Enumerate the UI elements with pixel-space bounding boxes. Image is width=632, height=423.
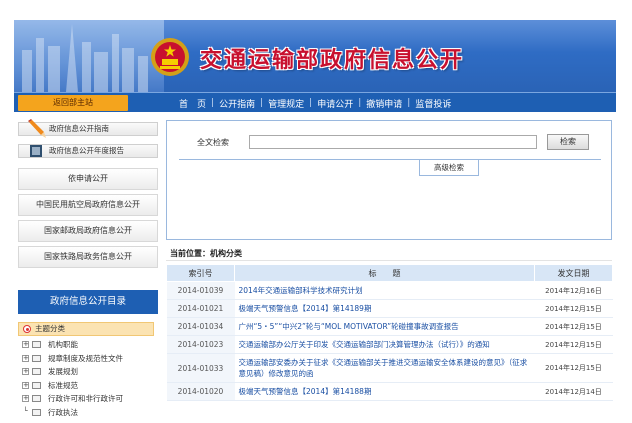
sidebar-btn-post[interactable]: 国家邮政局政府信息公开 <box>18 220 158 242</box>
col-header-date: 发文日期 <box>534 264 613 282</box>
tree-item[interactable]: + 标准规范 <box>18 379 158 393</box>
main-nav: 返回部主站 首 页 | 公开指南 | 管理规定 | 申请公开 | 撤销申请 | … <box>14 92 616 112</box>
radio-dot-icon <box>23 325 31 333</box>
tree-item[interactable]: + 行政许可和非行政许可 <box>18 392 158 406</box>
cell-index: 2014-01023 <box>166 335 235 354</box>
folder-icon <box>32 408 41 416</box>
breadcrumb-divider <box>166 260 612 261</box>
cell-title-link[interactable]: 极端天气预警信息【2014】第14189期 <box>234 299 535 318</box>
nav-item-apply[interactable]: 申请公开 <box>312 97 358 110</box>
site-title: 交通运输部政府信息公开 <box>200 48 465 73</box>
cell-index: 2014-01020 <box>166 382 235 401</box>
tree-item[interactable]: └ 行政执法 <box>18 406 158 420</box>
report-book-icon <box>30 145 42 157</box>
expand-plus-icon[interactable]: + <box>22 395 29 402</box>
cell-index: 2014-01034 <box>166 317 235 336</box>
folder-icon <box>32 381 41 389</box>
table-row: 2014-01033 交通运输部安委办关于征求《交通运输部关于推进交通运输安全体… <box>166 353 613 383</box>
col-header-title: 标 题 <box>234 264 535 282</box>
folder-icon <box>32 368 41 375</box>
tree-item-label: 行政执法 <box>48 407 78 417</box>
skyline-banner <box>14 20 164 92</box>
tree-root-label: 主题分类 <box>35 324 65 333</box>
col-header-index: 索引号 <box>166 264 235 282</box>
cell-index: 2014-01033 <box>166 353 235 383</box>
catalog-header[interactable]: 政府信息公开目录 <box>18 290 158 314</box>
cell-title-link[interactable]: 广州“5・5”“中兴2”轮与“MOL MOTIVATOR”轮碰撞事故调查报告 <box>234 317 535 336</box>
tree-item-label: 标准规范 <box>48 380 78 390</box>
nav-item-guide[interactable]: 公开指南 <box>214 97 260 110</box>
cell-title-link[interactable]: 交通运输部办公厅关于印发《交通运输部部门决算管理办法（试行）》的通知 <box>234 335 535 354</box>
national-emblem-icon <box>151 38 189 76</box>
sidebar-btn-caac[interactable]: 中国民用航空局政府信息公开 <box>18 194 158 216</box>
expand-plus-icon[interactable]: + <box>22 368 29 375</box>
site-header: 交通运输部政府信息公开 <box>14 20 616 92</box>
tree-item[interactable]: + 规章制度及规范性文件 <box>18 352 158 366</box>
table-row: 2014-01023 交通运输部办公厅关于印发《交通运输部部门决算管理办法（试行… <box>166 335 613 354</box>
search-divider <box>179 159 601 160</box>
guide-link[interactable]: 政府信息公开指南 <box>18 119 158 138</box>
table-row: 2014-01021 极端天气预警信息【2014】第14189期 2014年12… <box>166 299 613 318</box>
cell-date: 2014年12月15日 <box>534 353 613 383</box>
table-row: 2014-01034 广州“5・5”“中兴2”轮与“MOL MOTIVATOR”… <box>166 317 613 336</box>
tree-item-label: 机构职能 <box>48 340 78 349</box>
cell-date: 2014年12月14日 <box>534 382 613 401</box>
nav-items: 首 页 | 公开指南 | 管理规定 | 申请公开 | 撤销申请 | 监督投诉 <box>174 93 456 113</box>
annual-report-link[interactable]: 政府信息公开年度报告 <box>18 144 158 158</box>
guide-link-label: 政府信息公开指南 <box>49 124 109 133</box>
nav-item-regulations[interactable]: 管理规定 <box>263 97 309 110</box>
cell-title-link[interactable]: 2014年交通运输部科学技术研究计划 <box>234 281 535 300</box>
sidebar-btn-railway[interactable]: 国家铁路局政务信息公开 <box>18 246 158 268</box>
tree-item-label: 规章制度及规范性文件 <box>48 353 123 363</box>
cell-index: 2014-01039 <box>166 281 235 300</box>
cell-title-link[interactable]: 极端天气预警信息【2014】第14188期 <box>234 382 535 401</box>
folder-icon <box>32 354 41 362</box>
search-panel: 全文检索 检索 高级检索 <box>166 120 612 240</box>
tree-item[interactable]: + 机构职能 <box>18 338 158 352</box>
table-row: 2014-01020 极端天气预警信息【2014】第14188期 2014年12… <box>166 382 613 401</box>
cell-date: 2014年12月15日 <box>534 299 613 318</box>
search-label: 全文检索 <box>197 138 229 147</box>
folder-icon <box>32 341 41 348</box>
sidebar-btn-apply[interactable]: 依申请公开 <box>18 168 158 190</box>
table-header-row: 索引号 标 题 发文日期 <box>166 264 613 282</box>
tree-item-label: 发展规划 <box>48 367 78 376</box>
nav-item-home[interactable]: 首 页 <box>174 97 211 110</box>
catalog-tree: 主题分类 + 机构职能 + 规章制度及规范性文件 + 发展规划 + 标准规范 +… <box>18 322 158 419</box>
tree-line-icon: └ <box>23 406 28 415</box>
table-row: 2014-01039 2014年交通运输部科学技术研究计划 2014年12月16… <box>166 281 613 300</box>
cell-index: 2014-01021 <box>166 299 235 318</box>
expand-plus-icon[interactable]: + <box>22 341 29 348</box>
pencil-icon <box>28 119 46 138</box>
expand-plus-icon[interactable]: + <box>22 354 29 362</box>
nav-item-complaint[interactable]: 监督投诉 <box>410 97 456 110</box>
cell-date: 2014年12月16日 <box>534 281 613 300</box>
folder-icon <box>32 395 41 402</box>
home-button[interactable]: 返回部主站 <box>18 95 128 111</box>
expand-plus-icon[interactable]: + <box>22 381 29 389</box>
page: 交通运输部政府信息公开 返回部主站 首 页 | 公开指南 | 管理规定 | 申请… <box>14 20 616 423</box>
cell-date: 2014年12月15日 <box>534 335 613 354</box>
tree-item-label: 行政许可和非行政许可 <box>48 394 123 403</box>
breadcrumb: 当前位置：机构分类 <box>170 249 242 258</box>
cell-date: 2014年12月15日 <box>534 317 613 336</box>
advanced-search-tab[interactable]: 高级检索 <box>419 160 479 176</box>
search-input[interactable] <box>249 135 537 149</box>
search-button[interactable]: 检索 <box>547 134 589 150</box>
tree-item[interactable]: + 发展规划 <box>18 365 158 379</box>
annual-report-label: 政府信息公开年度报告 <box>49 146 124 155</box>
results-table: 索引号 标 题 发文日期 2014-01039 2014年交通运输部科学技术研究… <box>166 264 613 401</box>
tree-root[interactable]: 主题分类 <box>18 322 154 336</box>
cell-title-link[interactable]: 交通运输部安委办关于征求《交通运输部关于推进交通运输安全体系建设的意见》（征求意… <box>234 353 535 383</box>
nav-item-withdraw[interactable]: 撤销申请 <box>361 97 407 110</box>
